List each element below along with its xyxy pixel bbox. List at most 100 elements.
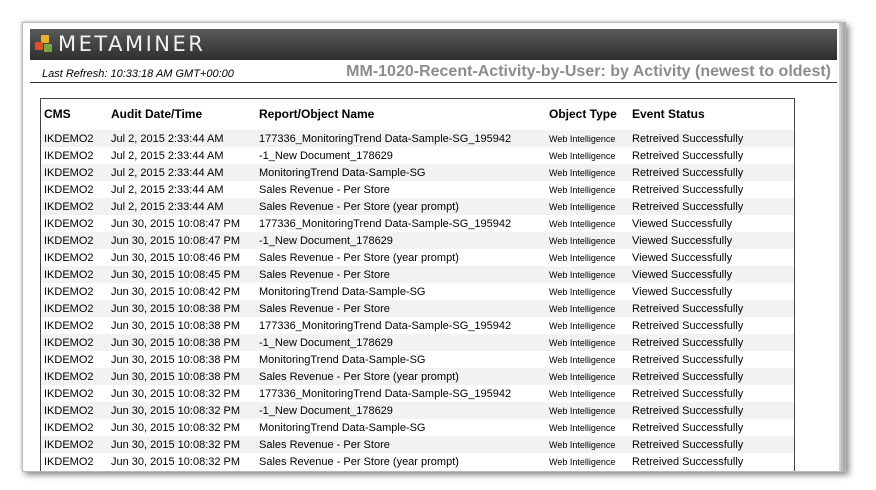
table-row: IKDEMO2 Jun 30, 2015 10:08:32 PM 177336_Mo… <box>41 385 794 402</box>
last-refresh-text: Last Refresh: 10:33:18 AM GMT+00:00 <box>42 68 234 80</box>
object-type-cell: Web Intelligence <box>546 181 629 198</box>
object-type-cell: Web Intelligence <box>546 419 629 436</box>
object-type-cell: Web Intelligence <box>546 317 629 334</box>
table-row: IKDEMO2 Jul 2, 2015 2:33:44 AM Sales Reven… <box>41 198 794 215</box>
table-row: IKDEMO2 Jul 2, 2015 2:33:44 AM -1_New Docu… <box>41 147 794 164</box>
event-status-cell: Retreived Successfully <box>629 368 794 385</box>
table-row: IKDEMO2 Jun 30, 2015 10:08:42 PM Monitorin… <box>41 283 794 300</box>
audit-datetime-cell: Jun 30, 2015 10:08:32 PM <box>108 436 256 453</box>
event-status-cell: Retreived Successfully <box>629 402 794 419</box>
object-type-cell: Web Intelligence <box>546 164 629 181</box>
report-name-cell: -1_New Document_178629 <box>256 232 546 249</box>
cms-cell: IKDEMO2 <box>41 147 108 164</box>
table-header-row: CMS Audit Date/Time Report/Object Name O… <box>41 99 794 130</box>
event-status-cell: Retreived Successfully <box>629 351 794 368</box>
event-status-cell: Retreived Successfully <box>629 198 794 215</box>
event-status-cell: Viewed Successfully <box>629 266 794 283</box>
audit-datetime-cell: Jul 2, 2015 2:33:44 AM <box>108 147 256 164</box>
window-edge <box>839 23 845 471</box>
audit-datetime-cell: Jul 2, 2015 2:33:44 AM <box>108 181 256 198</box>
column-header-object-type: Object Type <box>549 107 617 121</box>
app-banner: METAMINER <box>30 29 837 60</box>
object-type-cell: Web Intelligence <box>546 215 629 232</box>
event-status-cell: Retreived Successfully <box>629 385 794 402</box>
report-name-cell: MonitoringTrend Data-Sample-SG <box>256 164 546 181</box>
table-row: IKDEMO2 Jul 2, 2015 2:33:44 AM MonitoringT… <box>41 164 794 181</box>
event-status-cell: Retreived Successfully <box>629 436 794 453</box>
activity-table: CMS Audit Date/Time Report/Object Name O… <box>41 99 794 470</box>
cms-cell: IKDEMO2 <box>41 266 108 283</box>
table-row: IKDEMO2 Jun 30, 2015 10:08:32 PM -1_New Do… <box>41 402 794 419</box>
event-status-cell: Viewed Successfully <box>629 215 794 232</box>
cms-cell: IKDEMO2 <box>41 198 108 215</box>
cms-cell: IKDEMO2 <box>41 181 108 198</box>
table-row: IKDEMO2 Jun 30, 2015 10:08:38 PM -1_New Do… <box>41 334 794 351</box>
report-name-cell: Sales Revenue - Per Store (year prompt) <box>256 368 546 385</box>
event-status-cell: Viewed Successfully <box>629 283 794 300</box>
column-header-event-status: Event Status <box>632 107 705 121</box>
report-name-cell: Sales Revenue - Per Store (year prompt) <box>256 453 546 470</box>
report-name-cell: Sales Revenue - Per Store <box>256 266 546 283</box>
cms-cell: IKDEMO2 <box>41 368 108 385</box>
cms-cell: IKDEMO2 <box>41 317 108 334</box>
cms-cell: IKDEMO2 <box>41 385 108 402</box>
column-header-audit-datetime: Audit Date/Time <box>111 107 203 121</box>
table-row: IKDEMO2 Jun 30, 2015 10:08:38 PM 177336_Mo… <box>41 317 794 334</box>
report-header: Last Refresh: 10:33:18 AM GMT+00:00 MM-1… <box>30 62 837 83</box>
event-status-cell: Retreived Successfully <box>629 181 794 198</box>
report-name-cell: 177336_MonitoringTrend Data-Sample-SG_19… <box>256 130 546 147</box>
audit-datetime-cell: Jun 30, 2015 10:08:46 PM <box>108 249 256 266</box>
event-status-cell: Retreived Successfully <box>629 130 794 147</box>
report-name-cell: Sales Revenue - Per Store <box>256 300 546 317</box>
audit-datetime-cell: Jul 2, 2015 2:33:44 AM <box>108 164 256 181</box>
audit-datetime-cell: Jun 30, 2015 10:08:47 PM <box>108 232 256 249</box>
cms-cell: IKDEMO2 <box>41 419 108 436</box>
audit-datetime-cell: Jun 30, 2015 10:08:32 PM <box>108 402 256 419</box>
object-type-cell: Web Intelligence <box>546 266 629 283</box>
cms-cell: IKDEMO2 <box>41 249 108 266</box>
object-type-cell: Web Intelligence <box>546 368 629 385</box>
table-row: IKDEMO2 Jun 30, 2015 10:08:45 PM Sales Rev… <box>41 266 794 283</box>
table-row: IKDEMO2 Jun 30, 2015 10:08:32 PM Monitorin… <box>41 419 794 436</box>
table-row: IKDEMO2 Jun 30, 2015 10:08:47 PM -1_New Do… <box>41 232 794 249</box>
event-status-cell: Retreived Successfully <box>629 164 794 181</box>
audit-datetime-cell: Jun 30, 2015 10:08:38 PM <box>108 300 256 317</box>
table-row: IKDEMO2 Jun 30, 2015 10:08:38 PM Monitorin… <box>41 351 794 368</box>
event-status-cell: Retreived Successfully <box>629 147 794 164</box>
report-name-cell: -1_New Document_178629 <box>256 402 546 419</box>
report-name-cell: -1_New Document_178629 <box>256 147 546 164</box>
report-name-cell: Sales Revenue - Per Store (year prompt) <box>256 249 546 266</box>
table-row: IKDEMO2 Jul 2, 2015 2:33:44 AM Sales Reven… <box>41 181 794 198</box>
event-status-cell: Retreived Successfully <box>629 334 794 351</box>
audit-datetime-cell: Jun 30, 2015 10:08:47 PM <box>108 215 256 232</box>
audit-datetime-cell: Jun 30, 2015 10:08:32 PM <box>108 419 256 436</box>
table-row: IKDEMO2 Jun 30, 2015 10:08:38 PM Sales Rev… <box>41 368 794 385</box>
audit-datetime-cell: Jul 2, 2015 2:33:44 AM <box>108 130 256 147</box>
logo-wordmark: METAMINER <box>58 32 206 56</box>
column-header-report-name: Report/Object Name <box>259 107 375 121</box>
report-name-cell: 177336_MonitoringTrend Data-Sample-SG_19… <box>256 215 546 232</box>
cms-cell: IKDEMO2 <box>41 232 108 249</box>
report-name-cell: MonitoringTrend Data-Sample-SG <box>256 283 546 300</box>
event-status-cell: Viewed Successfully <box>629 249 794 266</box>
report-name-cell: Sales Revenue - Per Store <box>256 181 546 198</box>
cms-cell: IKDEMO2 <box>41 334 108 351</box>
object-type-cell: Web Intelligence <box>546 385 629 402</box>
object-type-cell: Web Intelligence <box>546 453 629 470</box>
object-type-cell: Web Intelligence <box>546 402 629 419</box>
object-type-cell: Web Intelligence <box>546 130 629 147</box>
event-status-cell: Retreived Successfully <box>629 453 794 470</box>
audit-datetime-cell: Jun 30, 2015 10:08:32 PM <box>108 453 256 470</box>
report-title: MM-1020-Recent-Activity-by-User: by Acti… <box>346 63 831 80</box>
event-status-cell: Viewed Successfully <box>629 232 794 249</box>
event-status-cell: Retreived Successfully <box>629 419 794 436</box>
object-type-cell: Web Intelligence <box>546 249 629 266</box>
table-body: IKDEMO2 Jul 2, 2015 2:33:44 AM 177336_Moni… <box>41 130 794 470</box>
cms-cell: IKDEMO2 <box>41 130 108 147</box>
cms-cell: IKDEMO2 <box>41 283 108 300</box>
activity-table-container: CMS Audit Date/Time Report/Object Name O… <box>40 98 795 471</box>
table-row: IKDEMO2 Jul 2, 2015 2:33:44 AM 177336_Moni… <box>41 130 794 147</box>
report-name-cell: 177336_MonitoringTrend Data-Sample-SG_19… <box>256 317 546 334</box>
audit-datetime-cell: Jul 2, 2015 2:33:44 AM <box>108 198 256 215</box>
report-name-cell: 177336_MonitoringTrend Data-Sample-SG_19… <box>256 385 546 402</box>
